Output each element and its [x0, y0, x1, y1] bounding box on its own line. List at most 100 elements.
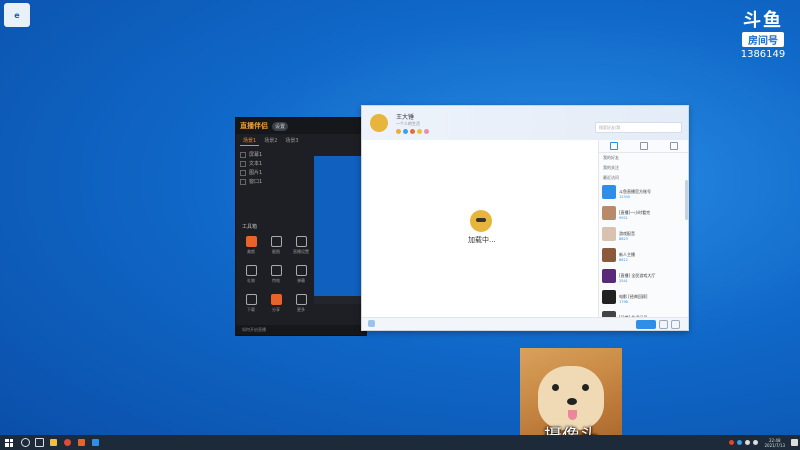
- contact-avatar: [602, 227, 616, 241]
- contact-sidebar: 我的好友 我的关注 最近访问 斗鱼直播官方账号 12345 [直播]一小时看完 99…: [598, 140, 688, 325]
- avatar[interactable]: [370, 114, 388, 132]
- task-view-icon[interactable]: [32, 435, 46, 450]
- settings-icon: [295, 236, 307, 247]
- tool-item[interactable]: 下载: [240, 294, 262, 313]
- share-icon: [270, 294, 282, 305]
- dog-nose: [567, 398, 577, 405]
- list-item[interactable]: [直播]一小时看完 9921: [599, 204, 688, 225]
- list-item[interactable]: 游戏配音 8823: [599, 225, 688, 246]
- document-icon[interactable]: [640, 142, 648, 150]
- list-item[interactable]: [直播] 全民游戏大厅 2541: [599, 267, 688, 288]
- search-icon[interactable]: [18, 435, 32, 450]
- list-item[interactable]: 斗鱼直播官方账号 12345: [599, 183, 688, 204]
- watermark-logo: 斗鱼: [743, 10, 783, 31]
- group-friends[interactable]: 我的好友: [599, 153, 688, 163]
- dog-eye: [582, 384, 589, 391]
- chrome-icon[interactable]: [60, 435, 74, 450]
- preview-controls[interactable]: [314, 296, 364, 304]
- tab-scene-1[interactable]: 场景1: [240, 136, 260, 146]
- tool-item[interactable]: 弹幕: [290, 265, 312, 284]
- tool-item[interactable]: 更多: [290, 294, 312, 313]
- dog-tongue: [568, 410, 577, 420]
- start-button[interactable]: [0, 435, 18, 450]
- volume-icon[interactable]: [753, 440, 759, 445]
- tab-scene-3[interactable]: 场景3: [282, 136, 301, 146]
- tool-item[interactable]: 美颜: [240, 236, 262, 255]
- status-icons: [396, 129, 429, 134]
- contact-avatar: [602, 248, 616, 262]
- effects-icon: [270, 265, 282, 276]
- loading-text: 加载中...: [468, 236, 496, 244]
- toolbox-grid: 美颜 截图 直播设置 礼物 特效 弹幕 下载 分享 更多: [240, 236, 314, 313]
- watermark-room-label: 房间号: [742, 32, 784, 47]
- tab-scene-2[interactable]: 场景2: [261, 136, 280, 146]
- level-icon: [396, 129, 401, 134]
- download-icon: [245, 294, 257, 305]
- app-logo: 直播伴侣: [240, 122, 268, 130]
- chat-bottombar: [362, 317, 688, 330]
- more-icon: [295, 294, 307, 305]
- tool-item[interactable]: 礼物: [240, 265, 262, 284]
- tray-app-icon[interactable]: [729, 440, 735, 445]
- file-explorer-icon[interactable]: [46, 435, 60, 450]
- eye-icon[interactable]: [240, 151, 246, 158]
- group-recent[interactable]: 最近访问: [599, 173, 688, 183]
- eye-icon[interactable]: [240, 160, 246, 167]
- contact-avatar: [602, 290, 616, 304]
- screenshot-icon: [270, 236, 282, 247]
- list-item[interactable]: 新人主播 6612: [599, 246, 688, 267]
- fans-icon: [410, 129, 415, 134]
- notification-icon[interactable]: [791, 439, 798, 446]
- eye-icon[interactable]: [240, 169, 246, 176]
- windows-icon: [5, 438, 13, 447]
- gift-icon: [424, 129, 429, 134]
- search-input[interactable]: 搜索好友/群: [595, 122, 682, 133]
- tool-item[interactable]: 特效: [265, 265, 287, 284]
- stream-preview: [314, 156, 364, 296]
- loading-mascot-icon: [470, 210, 492, 232]
- tool-item[interactable]: 截图: [265, 236, 287, 255]
- system-tray: 22:48 2021/7/13: [729, 435, 798, 450]
- tool-item[interactable]: 分享: [265, 294, 287, 313]
- clock[interactable]: 22:48 2021/7/13: [764, 438, 785, 448]
- desktop-app-icon[interactable]: e: [4, 3, 30, 27]
- tray-app-icon[interactable]: [737, 440, 743, 445]
- gift-icon: [245, 265, 257, 276]
- group-following[interactable]: 我的关注: [599, 163, 688, 173]
- contact-avatar: [602, 269, 616, 283]
- douyu-watermark: 斗鱼 房间号 1386149: [738, 12, 788, 61]
- app-icon-streaming[interactable]: [74, 435, 88, 450]
- app-icon-chat[interactable]: [88, 435, 102, 450]
- watermark-room-number: 1386149: [740, 49, 786, 60]
- chat-content-area: 加载中...: [362, 140, 598, 318]
- home-icon[interactable]: [610, 142, 618, 150]
- contact-avatar: [602, 185, 616, 199]
- chat-app-icon[interactable]: [368, 320, 375, 327]
- eye-icon[interactable]: [240, 178, 246, 185]
- streaming-app-window: 直播伴侣 设置 场景1 场景2 场景3 屏幕1 文本1 图片1 窗口1 工具箱 …: [235, 117, 367, 336]
- vip-icon: [403, 129, 408, 134]
- list-item[interactable]: 电影 [经典回顾] 1798: [599, 288, 688, 309]
- user-signature[interactable]: 一个人的生活: [396, 121, 420, 127]
- toolbox-title: 工具箱: [242, 224, 258, 230]
- app-titlebar: 直播伴侣 设置: [236, 118, 366, 134]
- app-footer-hint[interactable]: 如何开启直播: [236, 325, 366, 335]
- dog-eye: [552, 384, 559, 391]
- send-button[interactable]: [636, 320, 656, 329]
- beauty-icon: [245, 236, 257, 247]
- network-icon[interactable]: [745, 440, 751, 445]
- danmaku-icon: [295, 265, 307, 276]
- contact-avatar: [602, 206, 616, 220]
- chat-window: 王大锤 一个人的生活 搜索好友/群 加载中... 我的好友 我的关注 最近访问 …: [361, 105, 689, 331]
- scrollbar[interactable]: [685, 180, 688, 220]
- shiba-dog-image: [538, 366, 604, 430]
- user-name: 王大锤: [396, 114, 415, 121]
- sidebar-tabs: [599, 140, 688, 153]
- contacts-icon[interactable]: [670, 142, 678, 150]
- settings-icon[interactable]: [659, 320, 668, 329]
- scene-tabs: 场景1 场景2 场景3: [236, 134, 366, 148]
- tool-item[interactable]: 直播设置: [290, 236, 312, 255]
- menu-icon[interactable]: [671, 320, 680, 329]
- app-settings-badge[interactable]: 设置: [272, 121, 289, 131]
- medal-icon: [417, 129, 422, 134]
